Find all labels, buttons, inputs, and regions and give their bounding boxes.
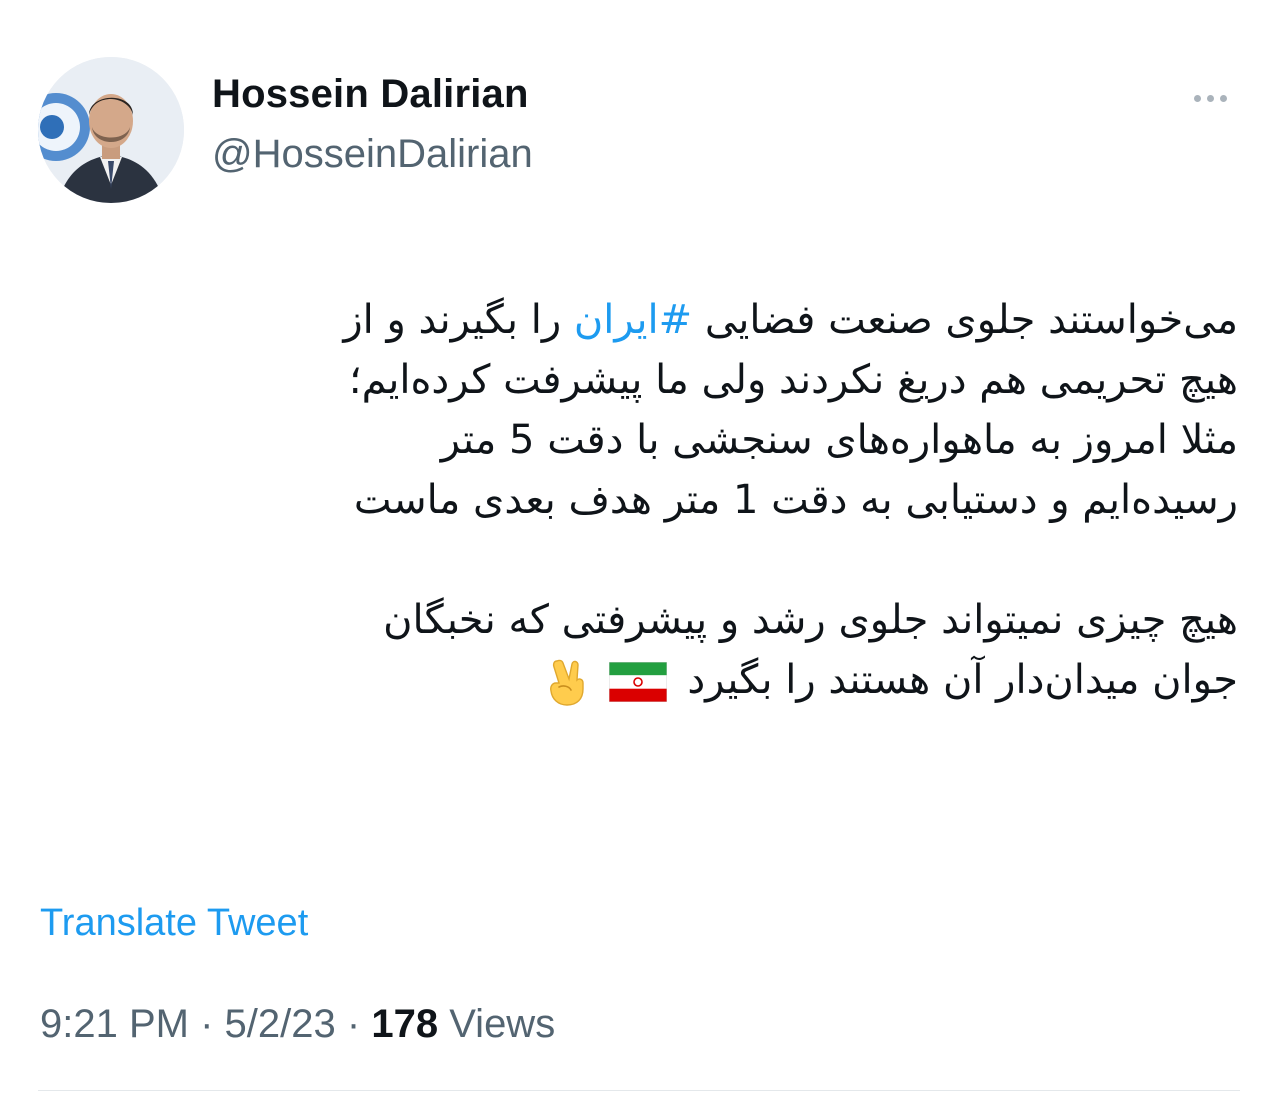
tweet-meta: 9:21 PM · 5/2/23 · 178 Views — [40, 1002, 555, 1047]
meta-separator: · — [200, 1002, 214, 1046]
tweet-line-6: جوان میدان‌دار آن هستند را بگیرد — [98, 650, 1238, 710]
views-count: 178 — [371, 1002, 439, 1046]
more-dot-icon — [1206, 94, 1214, 102]
views-label: Views — [449, 1002, 556, 1046]
tweet-line-5: هیچ چیزی نمیتواند جلوی رشد و پیشرفتی که … — [383, 597, 1238, 643]
hashtag-link[interactable]: #ایران — [574, 297, 692, 343]
divider — [38, 1090, 1240, 1091]
victory-hand-icon — [550, 659, 585, 706]
avatar-photo — [38, 57, 184, 203]
tweet-line-4: رسیده‌ایم و دستیابی به دقت 1 متر هدف بعد… — [353, 477, 1238, 523]
avatar[interactable] — [38, 57, 184, 203]
tweet-text: می‌خواستند جلوی صنعت فضایی #ایران را بگی… — [98, 290, 1238, 710]
more-options-button[interactable] — [1180, 80, 1240, 116]
tweet-line-1: می‌خواستند جلوی صنعت فضایی #ایران را بگی… — [98, 290, 1238, 350]
tweet-time[interactable]: 9:21 PM — [40, 1002, 189, 1046]
translate-tweet-link[interactable]: Translate Tweet — [40, 902, 308, 945]
tweet-text-segment: می‌خواستند جلوی صنعت فضایی — [692, 297, 1238, 343]
display-name[interactable]: Hossein Dalirian — [212, 72, 529, 117]
user-handle[interactable]: @HosseinDalirian — [212, 132, 533, 177]
more-dot-icon — [1219, 94, 1227, 102]
tweet-text-segment: را بگیرند و از — [343, 297, 574, 343]
emoji-group — [545, 657, 668, 707]
tweet-line-2: هیچ تحریمی هم دریغ نکردند ولی ما پیشرفت … — [348, 357, 1238, 403]
tweet-line-3: مثلا امروز به ماهواره‌های سنجشی با دقت 5… — [440, 417, 1238, 463]
more-dot-icon — [1193, 94, 1201, 102]
tweet-date[interactable]: 5/2/23 — [225, 1002, 336, 1046]
iran-flag-icon — [609, 662, 668, 702]
tweet-text-segment: جوان میدان‌دار آن هستند را بگیرد — [687, 657, 1238, 703]
tweet-card: Hossein Dalirian @HosseinDalirian می‌خوا… — [0, 0, 1280, 1093]
meta-separator: · — [346, 1002, 361, 1046]
